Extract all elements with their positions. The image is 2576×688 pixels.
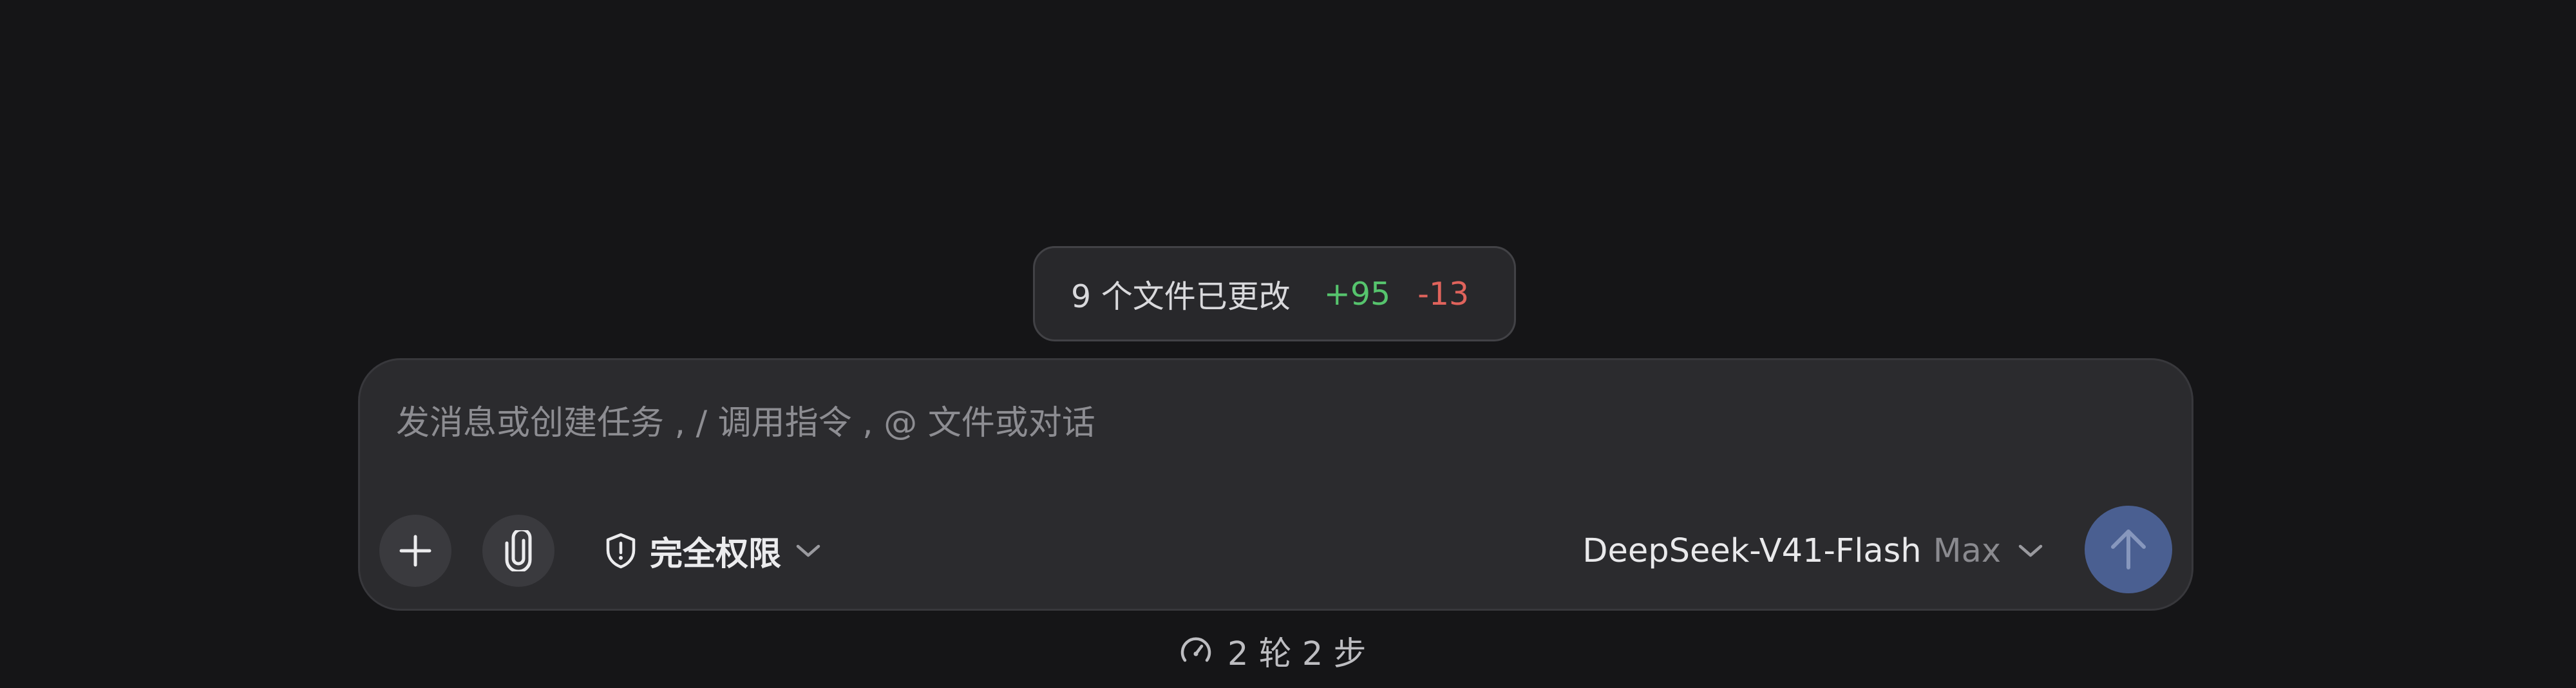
shield-icon [605, 532, 637, 569]
model-name: DeepSeek-V41-Flash [1582, 531, 1922, 570]
add-button[interactable] [379, 515, 451, 587]
chat-stage: 9 个文件已更改 +95 -13 发消息或创建任务 , / 调用指令 , @ 文… [0, 0, 2576, 688]
turn-step-counter: 2 轮 2 步 [1179, 625, 1367, 676]
model-mode: Max [1933, 531, 2001, 570]
steps-text: 2 轮 2 步 [1227, 635, 1367, 673]
arrow-up-icon [2108, 526, 2149, 573]
message-composer: 完全权限 DeepSeek-V41-Flash Max [358, 358, 2193, 611]
model-selector[interactable]: DeepSeek-V41-Flash Max [1582, 522, 2043, 579]
chevron-down-icon [795, 543, 821, 559]
files-changed-label: 9 个文件已更改 [1071, 278, 1291, 315]
additions-count: +95 [1323, 275, 1391, 312]
paperclip-icon [500, 530, 536, 571]
deletions-count: -13 [1417, 275, 1470, 312]
message-input[interactable] [396, 397, 2135, 449]
chevron-down-icon [2018, 543, 2043, 559]
gauge-icon [1179, 633, 1213, 668]
files-changed-summary[interactable]: 9 个文件已更改 +95 -13 [1033, 246, 1516, 341]
permission-label: 完全权限 [650, 535, 782, 573]
send-button[interactable] [2085, 506, 2172, 593]
permission-selector[interactable]: 完全权限 [605, 522, 821, 579]
plus-icon [397, 533, 433, 569]
attach-button[interactable] [482, 515, 554, 587]
